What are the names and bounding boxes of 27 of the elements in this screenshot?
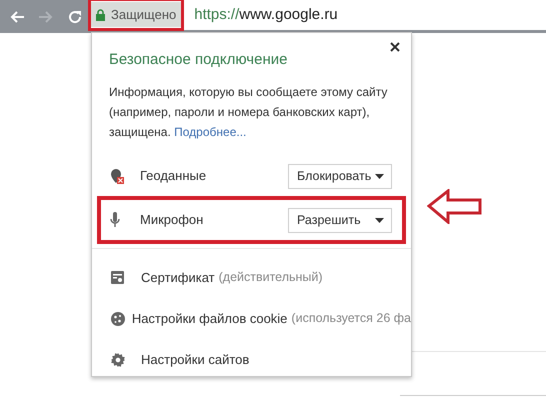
permission-dropdown[interactable]: Блокировать [288, 164, 392, 188]
settings-icon [111, 352, 125, 366]
permission-label: Микрофон [140, 211, 204, 230]
arrow-annotation [427, 189, 482, 224]
link-detail: (действительный) [218, 269, 323, 286]
url-text[interactable]: https://www.google.ru [194, 4, 338, 26]
reload-icon[interactable] [67, 8, 83, 24]
security-label: Защищено [111, 6, 176, 24]
location-blocked-icon [110, 168, 124, 184]
certificate-icon [111, 271, 124, 284]
permission-dropdown[interactable]: Разрешить [288, 208, 392, 232]
permission-label: Геоданные [140, 167, 208, 186]
settings-link[interactable]: Настройки сайтов [141, 350, 250, 370]
security-chip[interactable]: Защищено [91, 2, 182, 27]
caret-icon [375, 218, 384, 222]
close-icon[interactable] [390, 42, 400, 52]
learn-more-link[interactable]: Подробнее... [174, 125, 246, 139]
link-detail: (используется 26 фа [291, 310, 411, 328]
cookie-icon [111, 312, 125, 326]
back-icon[interactable] [9, 8, 25, 24]
caret-icon [375, 174, 384, 178]
microphone-icon [110, 212, 120, 228]
description-text: Информация, которую вы сообщаете этому сайту (например, пароли и номера банковских карт), защищена. Подробнее... [108, 84, 388, 141]
settings-link[interactable]: Сертификат [141, 268, 215, 288]
popup-title: Безопасное подключение [109, 51, 288, 68]
settings-link[interactable]: Настройки файлов cookie [132, 308, 288, 328]
lock-icon [96, 8, 105, 20]
